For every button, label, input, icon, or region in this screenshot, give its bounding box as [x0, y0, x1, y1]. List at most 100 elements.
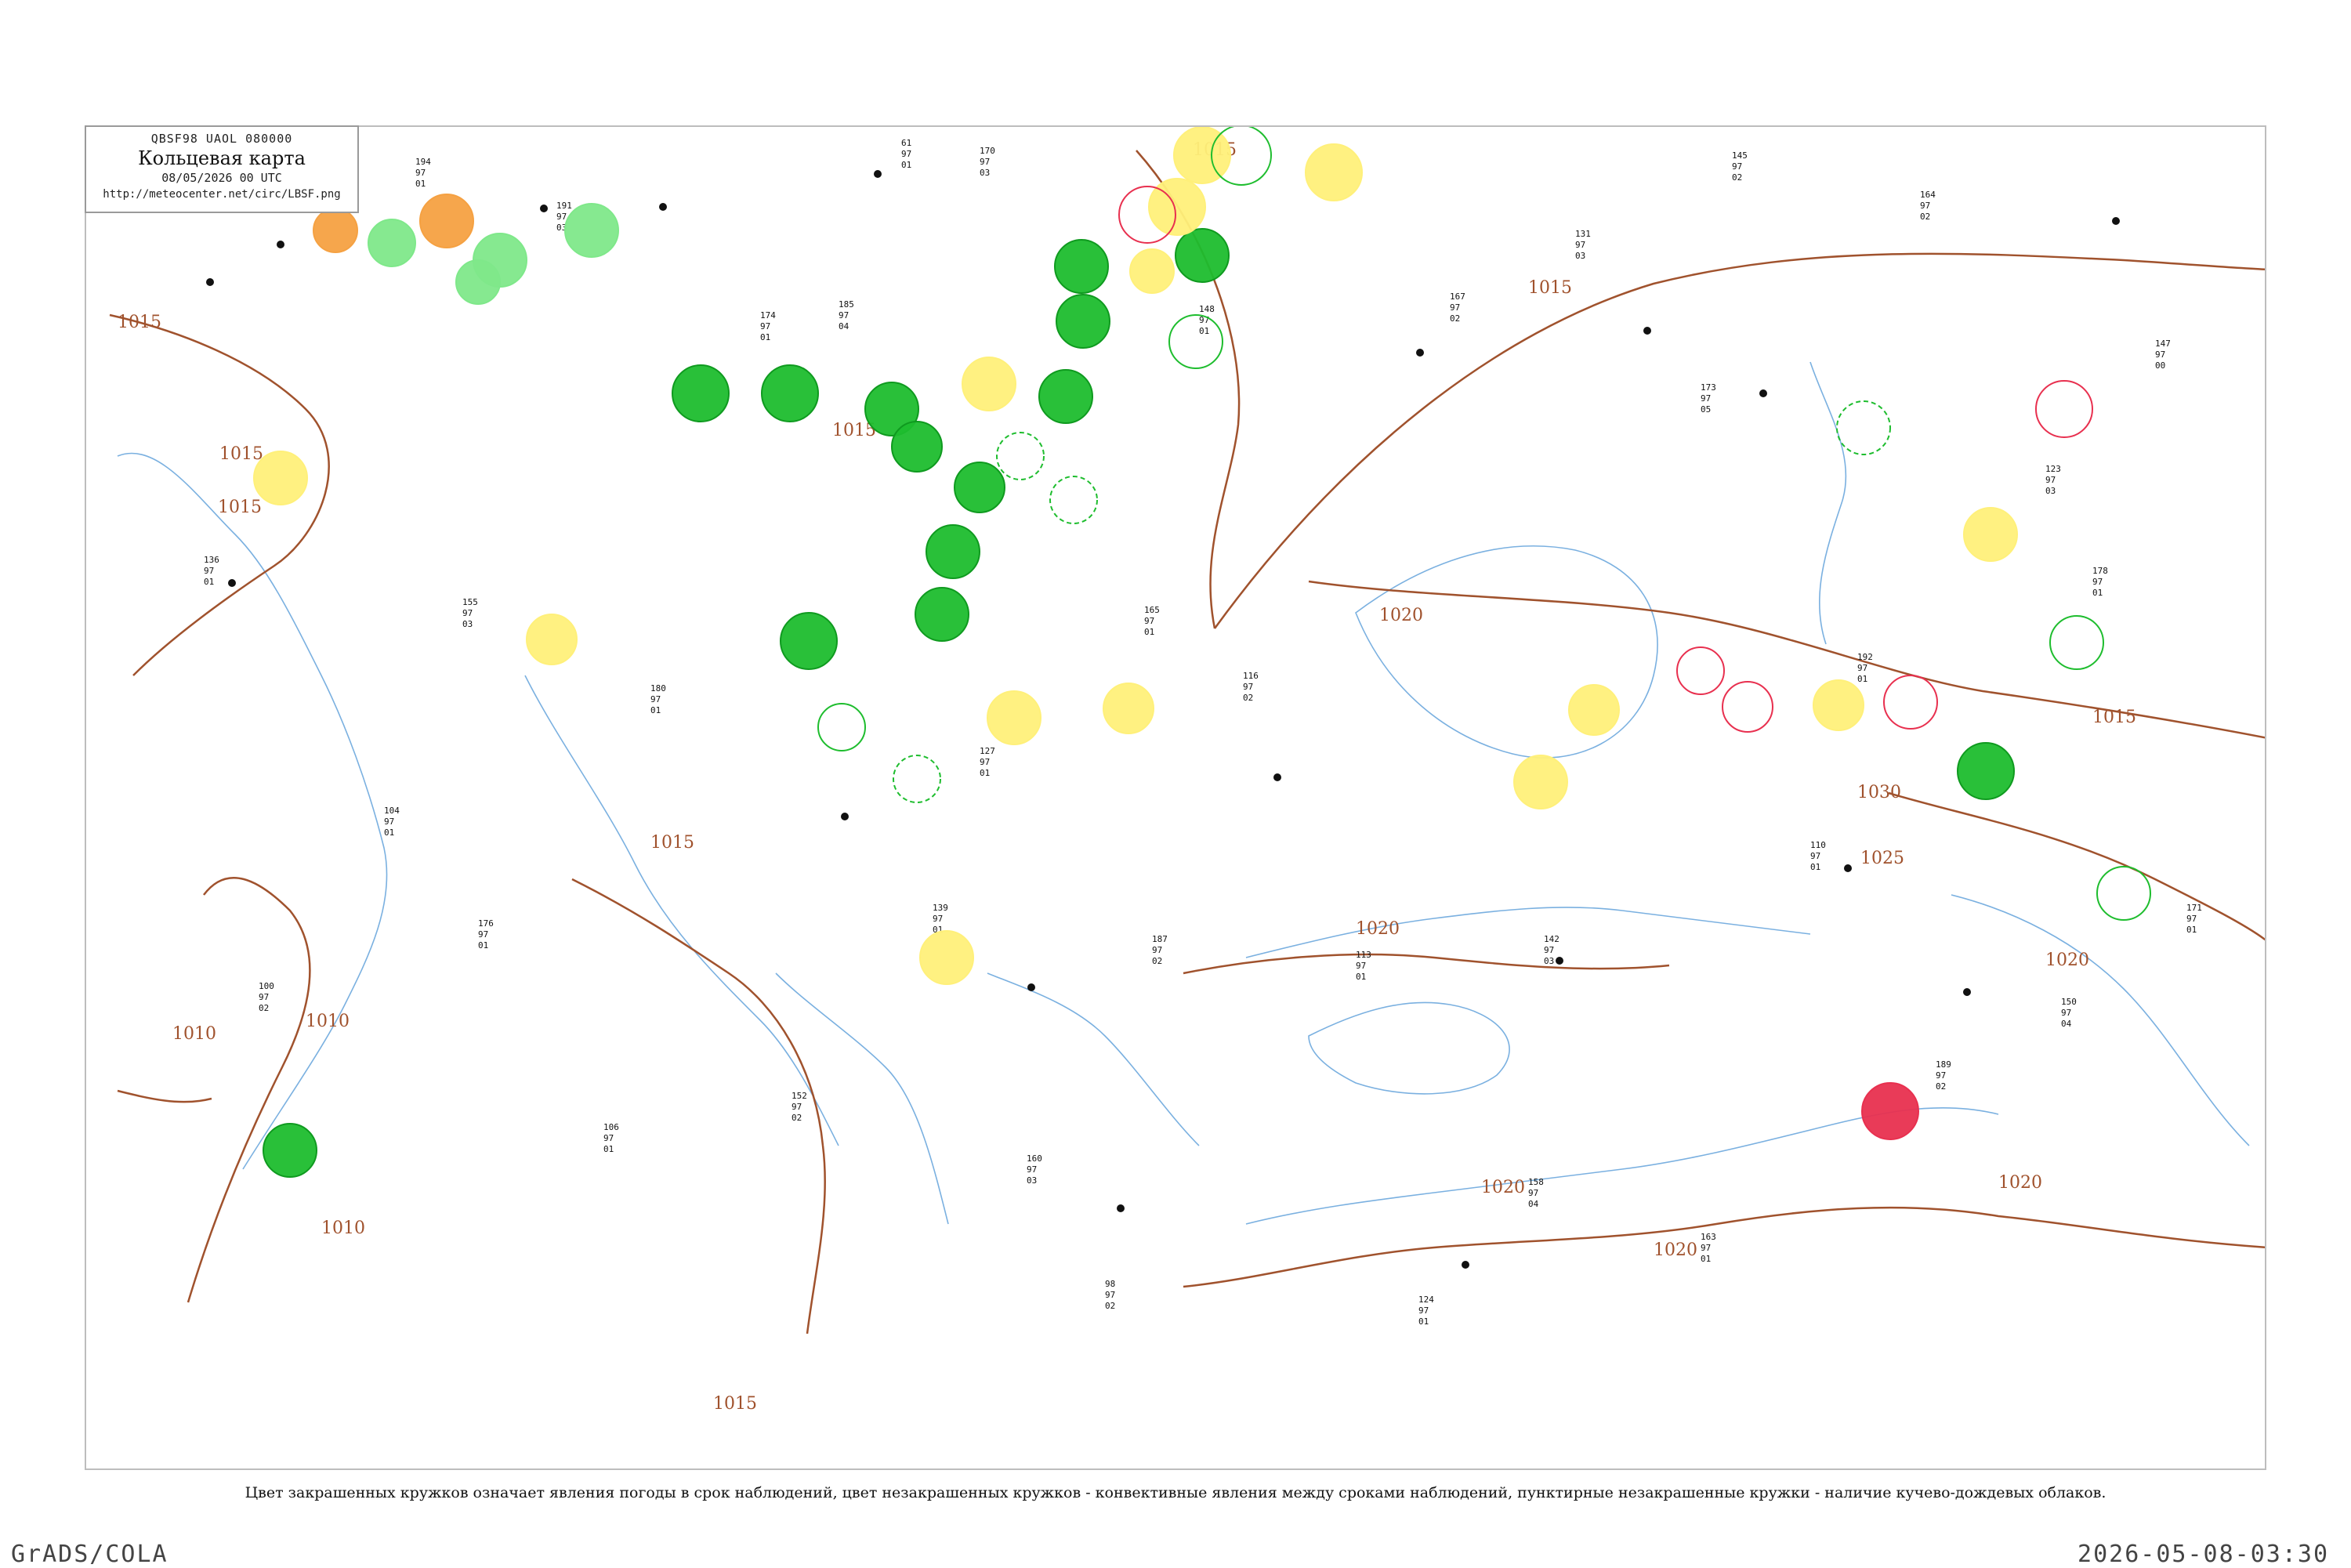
station-dot [1759, 389, 1767, 397]
isobar-label: 1015 [1528, 278, 1572, 298]
svg-text:97: 97 [1528, 1188, 1538, 1198]
weather-circle [954, 462, 1005, 513]
weather-circle [368, 219, 416, 267]
svg-text:97: 97 [980, 157, 990, 167]
svg-text:02: 02 [1920, 212, 1930, 222]
isobar-line [1183, 1206, 2265, 1288]
svg-text:180: 180 [650, 683, 666, 693]
station-plot: 1399701 [933, 903, 948, 935]
isobar-label: 1015 [2092, 708, 2136, 727]
svg-text:97: 97 [1701, 1243, 1711, 1253]
svg-text:97: 97 [1920, 201, 1930, 211]
svg-text:01: 01 [1418, 1316, 1429, 1327]
svg-text:173: 173 [1701, 382, 1716, 393]
isobar-label: 1015 [650, 833, 694, 853]
isobar-line [1183, 953, 1670, 975]
svg-text:100: 100 [259, 981, 274, 991]
isobar-label: 1015 [713, 1394, 757, 1414]
svg-text:01: 01 [415, 179, 426, 189]
svg-text:03: 03 [462, 619, 473, 629]
svg-text:02: 02 [792, 1113, 802, 1123]
svg-text:170: 170 [980, 146, 995, 156]
svg-text:61: 61 [901, 138, 911, 148]
station-dot [1462, 1261, 1469, 1269]
svg-text:02: 02 [259, 1003, 269, 1013]
station-plot: 1239703 [2045, 464, 2061, 496]
station-dot [1027, 983, 1035, 991]
svg-text:97: 97 [901, 149, 911, 159]
svg-text:01: 01 [478, 940, 488, 951]
svg-text:163: 163 [1701, 1232, 1716, 1242]
svg-text:97: 97 [1450, 302, 1460, 313]
svg-text:03: 03 [2045, 486, 2056, 496]
station-plot: 1069701 [603, 1122, 619, 1154]
station-dot [1844, 864, 1852, 872]
isobar-label: 1010 [306, 1012, 350, 1031]
svg-text:01: 01 [760, 332, 770, 342]
legend-note: Цвет закрашенных кружков означает явлени… [245, 1484, 2106, 1501]
svg-text:97: 97 [462, 608, 473, 618]
weather-circle [526, 614, 578, 665]
svg-text:03: 03 [1027, 1175, 1037, 1186]
svg-text:97: 97 [415, 168, 426, 178]
svg-text:97: 97 [1152, 945, 1162, 955]
convective-ring [2049, 615, 2104, 670]
svg-text:150: 150 [2061, 997, 2077, 1007]
svg-text:01: 01 [1810, 862, 1820, 872]
svg-text:158: 158 [1528, 1177, 1544, 1187]
software-label: GrADS/COLA [11, 1541, 168, 1568]
svg-text:142: 142 [1544, 934, 1559, 944]
station-dot [228, 579, 236, 587]
observation-time: 08/05/2026 00 UTC [161, 171, 282, 185]
station-plot: 1949701 [415, 157, 431, 189]
station-dot [540, 205, 548, 212]
svg-text:187: 187 [1152, 934, 1168, 944]
svg-text:97: 97 [478, 929, 488, 940]
isobar-line [571, 878, 826, 1334]
svg-text:178: 178 [2092, 566, 2108, 576]
station-plot: 1459702 [1732, 150, 1748, 183]
render-timestamp: 2026-05-08-03:30 [2078, 1541, 2329, 1568]
svg-text:04: 04 [1528, 1199, 1539, 1209]
svg-text:174: 174 [760, 310, 776, 320]
station-plot: 1249701 [1418, 1295, 1434, 1327]
convective-ring [2035, 380, 2093, 438]
svg-text:01: 01 [980, 768, 990, 778]
convective-ring [893, 755, 941, 803]
svg-text:01: 01 [1701, 1254, 1711, 1264]
station-dot [1273, 773, 1281, 781]
isobar-line [1888, 791, 2265, 941]
weather-circle [926, 524, 980, 579]
station-dot [1643, 327, 1651, 335]
weather-circle [419, 194, 474, 248]
station-plot: 1369701 [204, 555, 219, 587]
svg-text:97: 97 [839, 310, 849, 320]
isobar-line [117, 1089, 212, 1103]
svg-text:167: 167 [1450, 292, 1465, 302]
svg-text:194: 194 [415, 157, 431, 167]
svg-text:113: 113 [1356, 950, 1371, 960]
station-dot [1556, 957, 1563, 965]
svg-text:02: 02 [1243, 693, 1253, 703]
svg-text:01: 01 [2092, 588, 2103, 598]
weather-circle [672, 364, 730, 422]
station-plot: 1769701 [478, 918, 494, 951]
svg-text:04: 04 [2061, 1019, 2072, 1029]
isobar-label: 1010 [321, 1219, 365, 1238]
weather-circle [263, 1123, 317, 1178]
convective-ring [996, 432, 1045, 480]
convective-ring [1676, 646, 1725, 695]
svg-text:97: 97 [2092, 577, 2103, 587]
source-url: http://meteocenter.net/circ/LBSF.png [103, 188, 341, 201]
station-plot: 619701 [901, 138, 911, 170]
station-plot: 1879702 [1152, 934, 1168, 966]
weather-circle [1513, 755, 1568, 809]
weather-circle [891, 421, 943, 473]
weather-circle [761, 364, 819, 422]
station-plot: 1279701 [980, 746, 995, 778]
bulletin-code: QBSF98 UAOL 080000 [150, 132, 293, 146]
station-plot: 1319703 [1575, 229, 1591, 261]
svg-text:01: 01 [650, 705, 661, 715]
isobar-label: 1025 [1860, 849, 1904, 868]
weather-circle [1056, 294, 1110, 349]
